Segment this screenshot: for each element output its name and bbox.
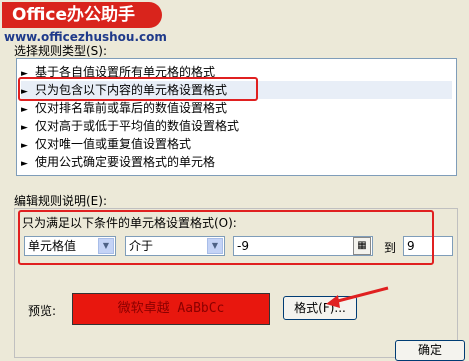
rule-type-label: 选择规则类型(S): xyxy=(14,44,108,58)
rule-type-item-label: 使用公式确定要设置格式的单元格 xyxy=(35,155,216,169)
ok-button[interactable]: 确定 xyxy=(395,340,465,361)
rule-type-item-label: 仅对高于或低于平均值的数值设置格式 xyxy=(35,119,240,133)
bullet-arrow-icon: ► xyxy=(21,159,28,169)
format-preview: 微软卓越 AaBbCc xyxy=(72,293,270,325)
rule-desc-label: 编辑规则说明(E): xyxy=(14,194,107,208)
rule-type-item[interactable]: ► 使用公式确定要设置格式的单元格 xyxy=(21,153,215,171)
annotation-arrow-icon xyxy=(326,286,389,308)
rule-type-item[interactable]: ► 仅对高于或低于平均值的数值设置格式 xyxy=(21,117,239,135)
preview-label: 预览: xyxy=(28,304,57,318)
rule-type-item[interactable]: ► 仅对唯一值或重复值设置格式 xyxy=(21,135,191,153)
rule-type-item-label: 仅对唯一值或重复值设置格式 xyxy=(35,137,192,151)
highlight-conditions xyxy=(18,210,434,265)
rule-type-list[interactable]: ► 基于各自值设置所有单元格的格式 ► 只为包含以下内容的单元格设置格式 ► 仅对排名… xyxy=(16,58,457,176)
rule-type-item-label: 仅对排名靠前或靠后的数值设置格式 xyxy=(35,101,228,115)
rule-type-item[interactable]: ► 仅对排名靠前或靠后的数值设置格式 xyxy=(21,99,227,117)
watermark-logo: Office办公助手 xyxy=(2,2,162,28)
highlight-selected-rule xyxy=(18,77,258,101)
